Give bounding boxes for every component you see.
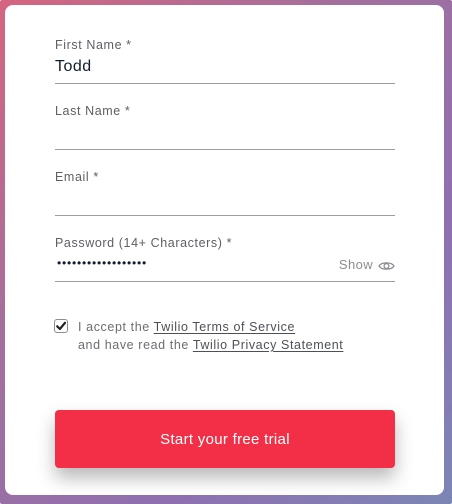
- password-label: Password (14+ Characters) *: [55, 236, 233, 250]
- signup-card: First Name * Last Name * Email * Passwor…: [5, 5, 444, 495]
- accept-terms-checkbox[interactable]: [54, 319, 68, 333]
- privacy-statement-link[interactable]: Twilio Privacy Statement: [193, 338, 344, 352]
- last-name-input[interactable]: [55, 120, 395, 146]
- terms-prefix: I accept the: [78, 320, 154, 334]
- show-password-toggle[interactable]: Show: [339, 257, 395, 272]
- terms-line-2: and have read the Twilio Privacy Stateme…: [78, 336, 343, 354]
- privacy-prefix: and have read the: [78, 338, 193, 352]
- email-label: Email *: [55, 170, 99, 184]
- first-name-underline: [55, 83, 395, 84]
- first-name-label: First Name *: [55, 38, 132, 52]
- terms-line-1: I accept the Twilio Terms of Service: [78, 318, 343, 336]
- terms-text: I accept the Twilio Terms of Service and…: [78, 318, 343, 354]
- show-password-label: Show: [338, 257, 373, 272]
- eye-icon: [378, 259, 395, 271]
- last-name-label: Last Name *: [55, 104, 131, 118]
- last-name-underline: [55, 149, 395, 150]
- start-free-trial-button[interactable]: Start your free trial: [55, 410, 395, 468]
- password-input[interactable]: ••••••••••••••••••: [57, 256, 147, 270]
- email-underline: [55, 215, 395, 216]
- email-input[interactable]: [55, 186, 395, 212]
- first-name-input[interactable]: [55, 54, 395, 80]
- password-underline: [55, 281, 395, 282]
- terms-of-service-link[interactable]: Twilio Terms of Service: [154, 320, 295, 334]
- card-frame: First Name * Last Name * Email * Passwor…: [0, 0, 452, 504]
